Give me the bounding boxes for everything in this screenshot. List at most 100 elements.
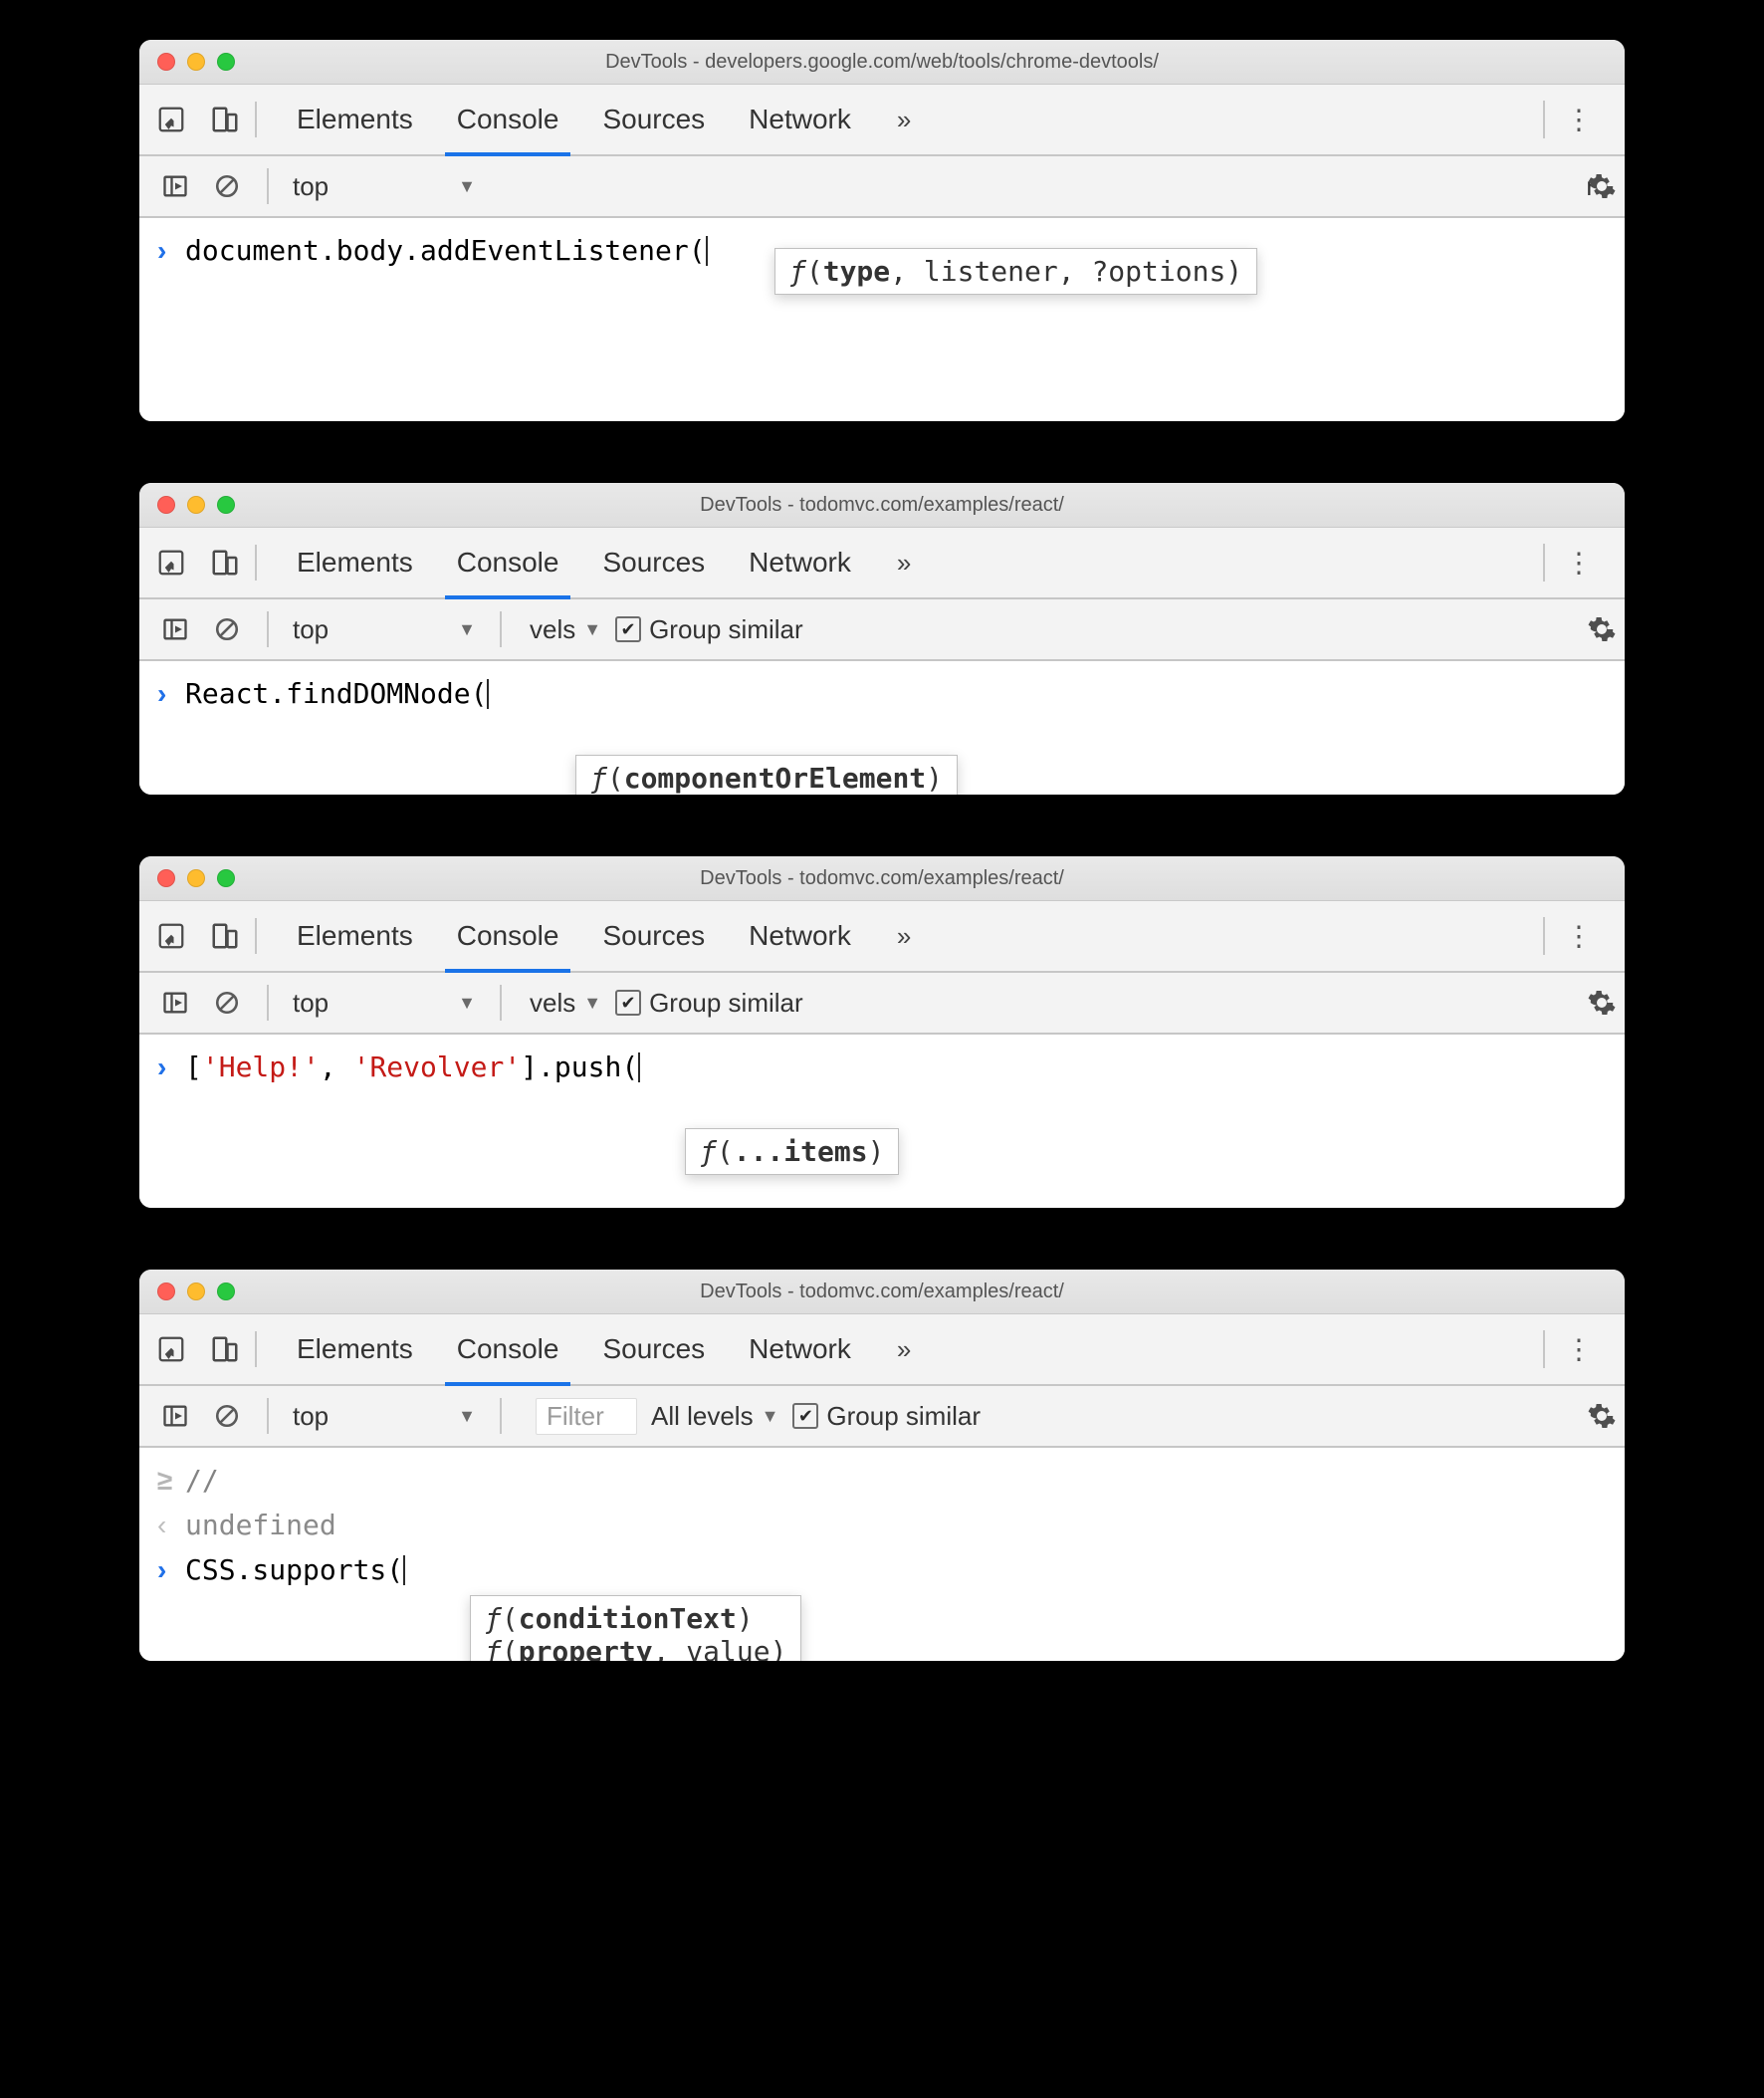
tab-network[interactable]: Network — [727, 1314, 873, 1384]
levels-label: vels — [530, 614, 575, 645]
more-menu-icon[interactable]: ⋮ — [1565, 1333, 1595, 1366]
log-levels-select[interactable]: All levels ▼ — [651, 1401, 778, 1432]
log-levels-select[interactable]: vels ▼ — [530, 988, 601, 1019]
context-select[interactable]: top ▼ — [283, 988, 486, 1019]
zoom-window-icon[interactable] — [217, 1282, 235, 1300]
context-label: top — [293, 614, 329, 645]
settings-gear-icon[interactable] — [1587, 988, 1617, 1018]
tab-elements[interactable]: Elements — [275, 1314, 435, 1384]
prompt-caret-icon: › — [157, 1554, 185, 1586]
console-input-row[interactable]: › ['Help!', 'Revolver'].push( — [139, 1045, 1625, 1089]
more-menu-icon[interactable]: ⋮ — [1565, 547, 1595, 580]
clear-console-icon[interactable] — [209, 168, 245, 204]
chevron-down-icon: ▼ — [458, 176, 476, 197]
divider — [267, 168, 269, 204]
eager-caret-icon: ≥ — [157, 1465, 185, 1497]
device-toggle-icon[interactable] — [207, 1331, 243, 1367]
tabs-overflow-icon[interactable]: » — [897, 1334, 911, 1365]
console-body[interactable]: ≥ // ‹ undefined › CSS.supports( — [139, 1448, 1625, 1661]
tab-elements[interactable]: Elements — [275, 528, 435, 597]
toggle-drawer-icon[interactable] — [157, 1398, 193, 1434]
settings-gear-icon[interactable] — [1587, 171, 1617, 201]
minimize-window-icon[interactable] — [187, 869, 205, 887]
divider — [500, 985, 502, 1021]
toggle-drawer-icon[interactable] — [157, 611, 193, 647]
levels-label: All levels — [651, 1401, 754, 1432]
tab-network[interactable]: Network — [727, 901, 873, 971]
tabs-overflow-icon[interactable]: » — [897, 921, 911, 952]
window-titlebar: DevTools - developers.google.com/web/too… — [139, 40, 1625, 85]
divider — [267, 1398, 269, 1434]
zoom-window-icon[interactable] — [217, 496, 235, 514]
tab-sources[interactable]: Sources — [580, 528, 727, 597]
signature-tooltip: ƒ(...items) — [685, 1128, 899, 1175]
context-select[interactable]: top ▼ — [283, 614, 486, 645]
tab-network[interactable]: Network — [727, 528, 873, 597]
devtools-window: DevTools - developers.google.com/web/too… — [139, 40, 1625, 421]
log-levels-select[interactable]: vels ▼ — [530, 614, 601, 645]
toggle-drawer-icon[interactable] — [157, 168, 193, 204]
more-menu-icon[interactable]: ⋮ — [1565, 104, 1595, 136]
minimize-window-icon[interactable] — [187, 1282, 205, 1300]
device-toggle-icon[interactable] — [207, 102, 243, 137]
device-toggle-icon[interactable] — [207, 918, 243, 954]
inspect-icon[interactable] — [153, 102, 189, 137]
divider — [500, 1398, 502, 1434]
tab-sources[interactable]: Sources — [580, 1314, 727, 1384]
tab-sources[interactable]: Sources — [580, 901, 727, 971]
close-window-icon[interactable] — [157, 53, 175, 71]
chevron-down-icon: ▼ — [458, 993, 476, 1014]
inspect-icon[interactable] — [153, 1331, 189, 1367]
context-select[interactable]: top ▼ — [283, 171, 486, 202]
divider — [255, 102, 257, 137]
group-similar-checkbox[interactable]: ✔ — [792, 1403, 818, 1429]
toolbar-wrap: top ▼ Filter All levels ▼ ✔ Group simila… — [139, 1386, 1625, 1661]
more-menu-icon[interactable]: ⋮ — [1565, 920, 1595, 953]
group-similar-checkbox[interactable]: ✔ — [615, 616, 641, 642]
group-similar-checkbox[interactable]: ✔ — [615, 990, 641, 1016]
inspect-icon[interactable] — [153, 545, 189, 581]
close-window-icon[interactable] — [157, 1282, 175, 1300]
settings-gear-icon[interactable] — [1587, 1401, 1617, 1431]
text-cursor — [706, 236, 708, 266]
settings-gear-icon[interactable] — [1587, 614, 1617, 644]
divider — [1543, 1330, 1545, 1368]
clear-console-icon[interactable] — [209, 1398, 245, 1434]
console-body[interactable]: › ['Help!', 'Revolver'].push( — [139, 1035, 1625, 1208]
device-toggle-icon[interactable] — [207, 545, 243, 581]
close-window-icon[interactable] — [157, 869, 175, 887]
window-titlebar: DevTools - todomvc.com/examples/react/ — [139, 1270, 1625, 1314]
devtools-window: DevTools - todomvc.com/examples/react/ E… — [139, 1270, 1625, 1661]
minimize-window-icon[interactable] — [187, 53, 205, 71]
tab-sources[interactable]: Sources — [580, 85, 727, 154]
console-input-row[interactable]: › React.findDOMNode( — [139, 671, 1625, 716]
toggle-drawer-icon[interactable] — [157, 985, 193, 1021]
tab-console[interactable]: Console — [435, 901, 581, 971]
clear-console-icon[interactable] — [209, 611, 245, 647]
inspect-icon[interactable] — [153, 918, 189, 954]
code-text: ['Help!', 'Revolver'].push( — [185, 1050, 640, 1083]
close-window-icon[interactable] — [157, 496, 175, 514]
tab-console[interactable]: Console — [435, 1314, 581, 1384]
main-tabs: ElementsConsoleSourcesNetwork » ⋮ — [139, 85, 1625, 156]
tabs-overflow-icon[interactable]: » — [897, 105, 911, 135]
tab-network[interactable]: Network — [727, 85, 873, 154]
zoom-window-icon[interactable] — [217, 53, 235, 71]
clear-console-icon[interactable] — [209, 985, 245, 1021]
tabs-overflow-icon[interactable]: » — [897, 548, 911, 579]
minimize-window-icon[interactable] — [187, 496, 205, 514]
tab-elements[interactable]: Elements — [275, 85, 435, 154]
context-select[interactable]: top ▼ — [283, 1401, 486, 1432]
zoom-window-icon[interactable] — [217, 869, 235, 887]
code-text: React.findDOMNode( — [185, 677, 489, 710]
tab-console[interactable]: Console — [435, 528, 581, 597]
tab-console[interactable]: Console — [435, 85, 581, 154]
group-similar-label: Group similar — [649, 614, 803, 645]
filter-input[interactable]: Filter — [536, 1398, 637, 1435]
group-similar-label: Group similar — [826, 1401, 981, 1432]
result-caret-icon: ‹ — [157, 1510, 185, 1541]
tab-elements[interactable]: Elements — [275, 901, 435, 971]
chevron-down-icon: ▼ — [583, 619, 601, 640]
console-input-row[interactable]: › CSS.supports( — [139, 1547, 1625, 1592]
console-eager-input-row[interactable]: ≥ // — [139, 1458, 1625, 1503]
